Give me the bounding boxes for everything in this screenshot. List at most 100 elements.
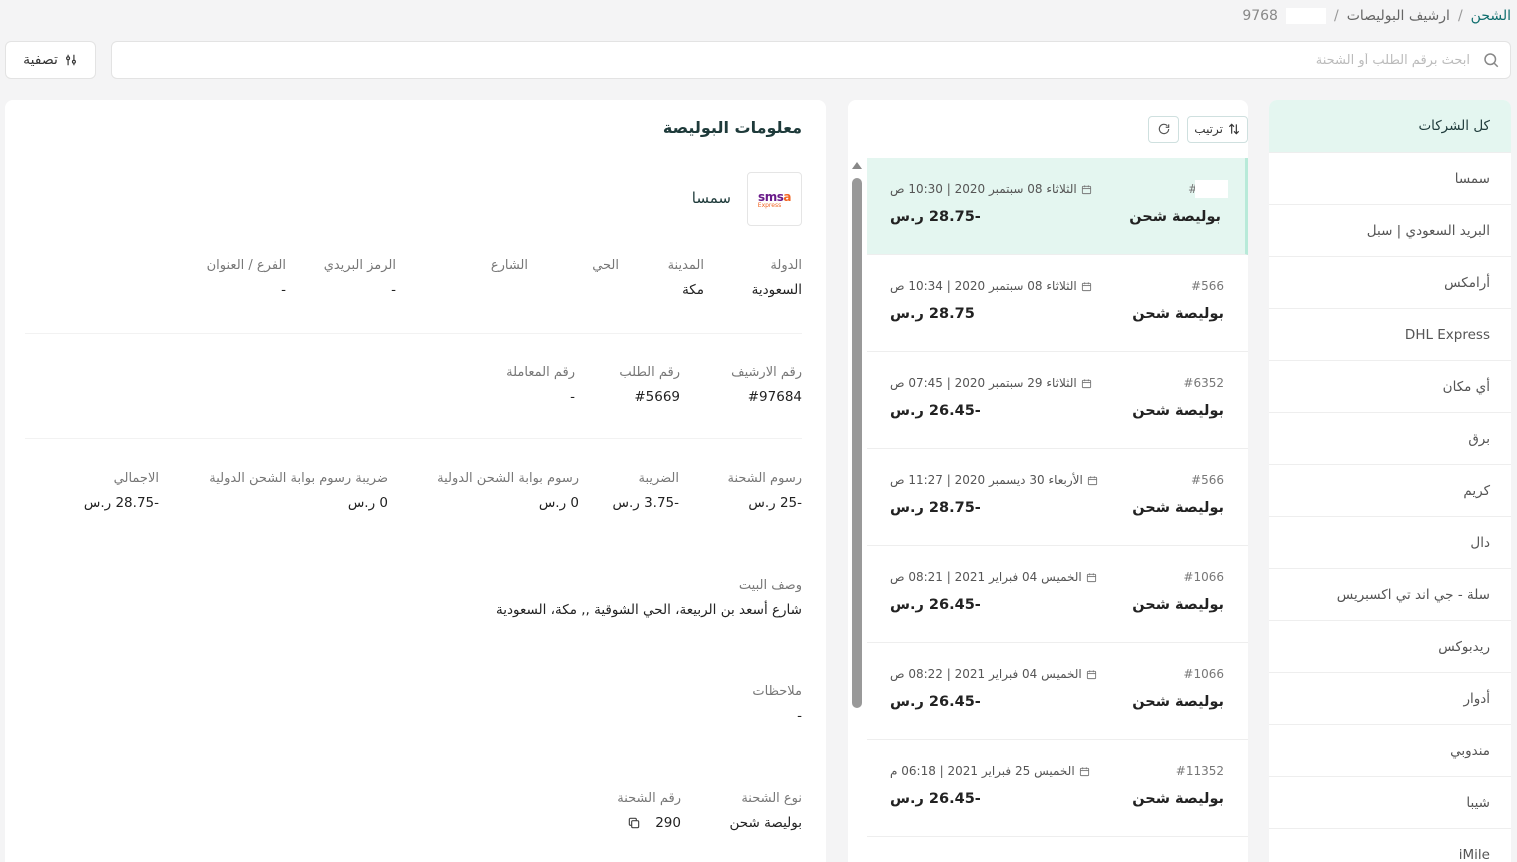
bill-item[interactable]: #1066 الخميس 04 فبراير 2021 | 08:22 ص بو… bbox=[867, 643, 1248, 740]
company-label: أي مكان bbox=[1442, 378, 1490, 395]
bill-list: #566 الثلاثاء 08 سبتمبر 2020 | 10:30 ص ب… bbox=[867, 158, 1248, 837]
company-label: سلة - جي اند تي اكسبريس bbox=[1336, 586, 1490, 603]
bills-scrollbar[interactable] bbox=[852, 162, 862, 712]
refresh-button[interactable] bbox=[1148, 115, 1180, 143]
calendar-icon bbox=[1086, 669, 1096, 679]
scroll-thumb[interactable] bbox=[852, 178, 862, 708]
bill-item[interactable]: #6352 الثلاثاء 29 سبتمبر 2020 | 07:45 ص … bbox=[867, 352, 1248, 449]
field-label: الدولة bbox=[770, 258, 802, 273]
bills-panel: ترتيب #566 الثلاثاء 08 سبتمبر 2020 | 10:… bbox=[848, 100, 1248, 862]
copy-icon[interactable] bbox=[627, 816, 641, 830]
company-item-all[interactable]: كل الشركات bbox=[1269, 100, 1511, 153]
bill-item[interactable]: #566 الأربعاء 30 ديسمبر 2020 | 11:27 ص ب… bbox=[867, 449, 1248, 546]
bill-item[interactable]: #11352 الخميس 25 فبراير 2021 | 06:18 م ب… bbox=[867, 740, 1248, 837]
company-item-salla-jt[interactable]: سلة - جي اند تي اكسبريس bbox=[1269, 569, 1511, 621]
scroll-up-arrow[interactable] bbox=[852, 162, 862, 169]
company-item-any-place[interactable]: أي مكان bbox=[1269, 361, 1511, 413]
company-item-dal[interactable]: دال bbox=[1269, 517, 1511, 569]
calendar-icon bbox=[1079, 766, 1089, 776]
bills-toolbar: ترتيب bbox=[848, 100, 1248, 158]
field-value: #97684 bbox=[747, 389, 802, 405]
breadcrumb-current-id: 9768 bbox=[1242, 8, 1278, 24]
field-label: رسوم بوابة الشحن الدولية bbox=[437, 471, 579, 486]
company-item-aramex[interactable]: أرامكس bbox=[1269, 257, 1511, 309]
field-label: ملاحظات bbox=[752, 684, 802, 699]
field-value: بوليصة شحن bbox=[729, 815, 802, 831]
app-root: الشحن / ارشيف البوليصات / 9768 تصفية كل … bbox=[0, 0, 1517, 862]
field-label: رقم المعاملة bbox=[506, 365, 575, 380]
company-label: iMile bbox=[1458, 846, 1490, 862]
bill-item[interactable]: #1066 الخميس 04 فبراير 2021 | 08:21 ص بو… bbox=[867, 546, 1248, 643]
bill-amount: 28.75 ر.س bbox=[890, 306, 975, 322]
bill-date: الثلاثاء 29 سبتمبر 2020 | 07:45 ص bbox=[890, 376, 1092, 390]
field-value: شارع أسعد بن الربيعة، الحي الشوقية ,, مك… bbox=[495, 602, 802, 618]
divider bbox=[25, 438, 802, 439]
field-label: رقم الشحنة bbox=[617, 791, 681, 806]
field-label: رسوم الشحنة bbox=[727, 471, 802, 486]
breadcrumb-separator: / bbox=[1333, 8, 1339, 24]
field-label: الحي bbox=[592, 258, 619, 273]
company-item-barq[interactable]: برق bbox=[1269, 413, 1511, 465]
refresh-icon bbox=[1158, 123, 1170, 135]
field-tax: الضريبة -3.75 ر.س bbox=[612, 471, 679, 511]
bill-amount: -26.45 ر.س bbox=[890, 403, 981, 419]
company-label: شيبا bbox=[1466, 794, 1490, 811]
field-label: وصف البيت bbox=[738, 578, 802, 593]
field-label: الشارع bbox=[490, 258, 528, 273]
bill-number: #1066 bbox=[1183, 570, 1224, 584]
bill-amount: -26.45 ر.س bbox=[890, 597, 981, 613]
bill-date-text: الخميس 04 فبراير 2021 | 08:21 ص bbox=[890, 570, 1082, 584]
search-icon bbox=[1484, 53, 1499, 68]
company-item-sheba[interactable]: شيبا bbox=[1269, 777, 1511, 829]
bill-date: الخميس 04 فبراير 2021 | 08:22 ص bbox=[890, 667, 1097, 681]
bill-type: بوليصة شحن bbox=[1132, 597, 1224, 613]
filter-label: تصفية bbox=[23, 52, 58, 68]
company-item-adwar[interactable]: أدوار bbox=[1269, 673, 1511, 725]
calendar-icon bbox=[1081, 281, 1091, 291]
field-district: الحي bbox=[592, 258, 619, 282]
field-value: - bbox=[570, 389, 575, 405]
company-label: كل الشركات bbox=[1418, 118, 1490, 134]
search-input[interactable] bbox=[122, 52, 1470, 68]
company-item-saudi-post[interactable]: البريد السعودي | سبل bbox=[1269, 205, 1511, 257]
field-value: - bbox=[281, 282, 286, 298]
field-value: -28.75 ر.س bbox=[83, 495, 159, 511]
details-title: معلومات البوليصة bbox=[662, 118, 802, 137]
sliders-icon bbox=[65, 54, 76, 66]
breadcrumb-shipping[interactable]: الشحن bbox=[1471, 8, 1511, 24]
bill-type: بوليصة شحن bbox=[1132, 791, 1224, 807]
shipment-number-text: 290 bbox=[655, 815, 681, 831]
company-item-imile[interactable]: iMile bbox=[1269, 829, 1511, 862]
bill-date-text: الثلاثاء 08 سبتمبر 2020 | 10:34 ص bbox=[890, 279, 1077, 293]
company-label: دال bbox=[1470, 534, 1490, 551]
field-shipment-type: نوع الشحنة بوليصة شحن bbox=[730, 791, 802, 831]
bill-number: #566 bbox=[1191, 473, 1224, 487]
company-label: البريد السعودي | سبل bbox=[1366, 222, 1490, 239]
breadcrumb-archive[interactable]: ارشيف البوليصات bbox=[1347, 8, 1450, 24]
redacted-block bbox=[1195, 180, 1228, 198]
field-shipping-fees: رسوم الشحنة -25 ر.س bbox=[727, 471, 802, 511]
company-item-redbox[interactable]: ريدبوكس bbox=[1269, 621, 1511, 673]
field-archive-number: رقم الارشيف #97684 bbox=[731, 365, 802, 405]
field-country: الدولة السعودية bbox=[752, 258, 802, 298]
company-item-mandoobi[interactable]: مندوبي bbox=[1269, 725, 1511, 777]
company-item-dhl[interactable]: DHL Express bbox=[1269, 309, 1511, 361]
bill-date: الثلاثاء 08 سبتمبر 2020 | 10:30 ص bbox=[890, 182, 1092, 196]
field-value: 0 ر.س bbox=[347, 495, 388, 511]
field-value: -25 ر.س bbox=[748, 495, 802, 511]
field-label: نوع الشحنة bbox=[741, 791, 802, 806]
field-notes: ملاحظات - bbox=[752, 684, 802, 724]
company-item-smsa[interactable]: سمسا bbox=[1269, 153, 1511, 205]
field-gateway-fees: رسوم بوابة الشحن الدولية 0 ر.س bbox=[437, 471, 579, 511]
company-label: DHL Express bbox=[1404, 326, 1490, 343]
bill-item[interactable]: #566 الثلاثاء 08 سبتمبر 2020 | 10:34 ص ب… bbox=[867, 255, 1248, 352]
companies-sidebar: كل الشركات سمسا البريد السعودي | سبل أرا… bbox=[1269, 100, 1511, 862]
logo-subtext: Express bbox=[757, 201, 782, 209]
calendar-icon bbox=[1087, 475, 1097, 485]
field-postal-code: الرمز البريدي - bbox=[324, 258, 396, 298]
sort-button[interactable]: ترتيب bbox=[1187, 115, 1248, 143]
bill-item[interactable]: #566 الثلاثاء 08 سبتمبر 2020 | 10:30 ص ب… bbox=[867, 158, 1248, 255]
company-item-careem[interactable]: كريم bbox=[1269, 465, 1511, 517]
company-label: مندوبي bbox=[1450, 742, 1490, 759]
filter-button[interactable]: تصفية bbox=[5, 41, 96, 79]
